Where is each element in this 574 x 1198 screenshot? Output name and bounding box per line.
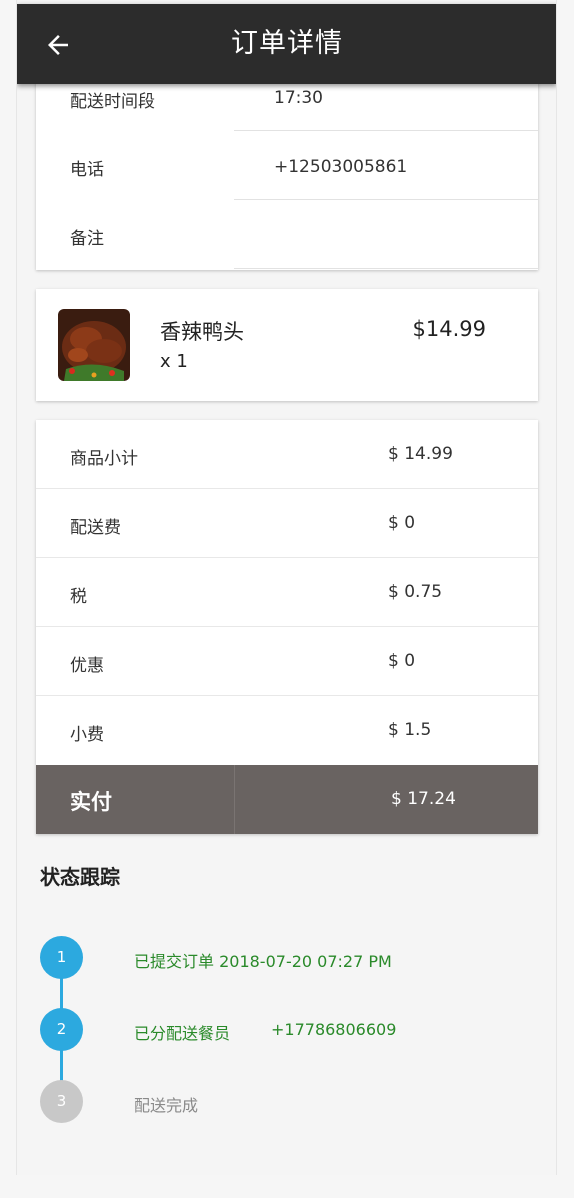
item-name: 香辣鸭头 [160, 320, 244, 344]
step-2-text: 已分配送餐员 [134, 1024, 231, 1043]
step-1-indicator: 1 [40, 936, 83, 979]
divider [234, 268, 538, 269]
order-item-card[interactable]: 香辣鸭头 x 1 $14.99 [36, 289, 538, 401]
info-label: 配送时间段 [70, 92, 155, 112]
item-price: $14.99 [412, 317, 486, 341]
amount-paid-value: $ 17.24 [391, 789, 456, 809]
discount-label: 优惠 [70, 656, 104, 676]
screen: 订单详情 配送时间段 17:30 电话 +12503005861 备注 香辣鸭头… [16, 0, 557, 1175]
tax-label: 税 [70, 587, 87, 607]
info-label: 电话 [70, 160, 104, 180]
tracking-title: 状态跟踪 [40, 865, 120, 889]
tip-value: $ 1.5 [388, 720, 432, 740]
subtotal-value: $ 14.99 [388, 444, 453, 464]
step-connector [60, 1050, 63, 1082]
subtotal-label: 商品小计 [70, 449, 138, 469]
tax-row: 税 $ 0.75 [36, 558, 538, 627]
info-row-phone: 电话 +12503005861 [36, 131, 538, 200]
item-quantity: x 1 [160, 351, 188, 372]
food-thumbnail [58, 309, 130, 381]
app-bar: 订单详情 [17, 4, 556, 84]
spicy-duck-head-image [58, 309, 130, 381]
amount-paid-row: 实付 $ 17.24 [36, 765, 538, 834]
page-title: 订单详情 [231, 28, 343, 59]
order-info-card: 配送时间段 17:30 电话 +12503005861 备注 [36, 62, 538, 270]
courier-phone[interactable]: +17786806609 [271, 1020, 396, 1039]
delivery-fee-label: 配送费 [70, 518, 121, 538]
info-row-notes: 备注 [36, 200, 538, 269]
tip-row: 小费 $ 1.5 [36, 696, 538, 765]
info-value: 17:30 [274, 88, 323, 108]
step-connector [60, 978, 63, 1010]
step-2-indicator: 2 [40, 1008, 83, 1051]
delivery-fee-row: 配送费 $ 0 [36, 489, 538, 558]
tip-label: 小费 [70, 725, 104, 745]
info-label: 备注 [70, 229, 104, 249]
price-summary-card: 商品小计 $ 14.99 配送费 $ 0 税 $ 0.75 优惠 $ 0 小费 … [36, 420, 538, 834]
tax-value: $ 0.75 [388, 582, 443, 602]
discount-value: $ 0 [388, 651, 416, 671]
delivery-fee-value: $ 0 [388, 513, 416, 533]
step-1-text: 已提交订单 2018-07-20 07:27 PM [134, 952, 392, 971]
discount-row: 优惠 $ 0 [36, 627, 538, 696]
step-3-text: 配送完成 [134, 1096, 199, 1115]
step-3-indicator: 3 [40, 1080, 83, 1123]
amount-paid-label: 实付 [70, 790, 112, 814]
subtotal-row: 商品小计 $ 14.99 [36, 420, 538, 489]
divider [234, 765, 235, 834]
info-value: +12503005861 [274, 157, 408, 177]
